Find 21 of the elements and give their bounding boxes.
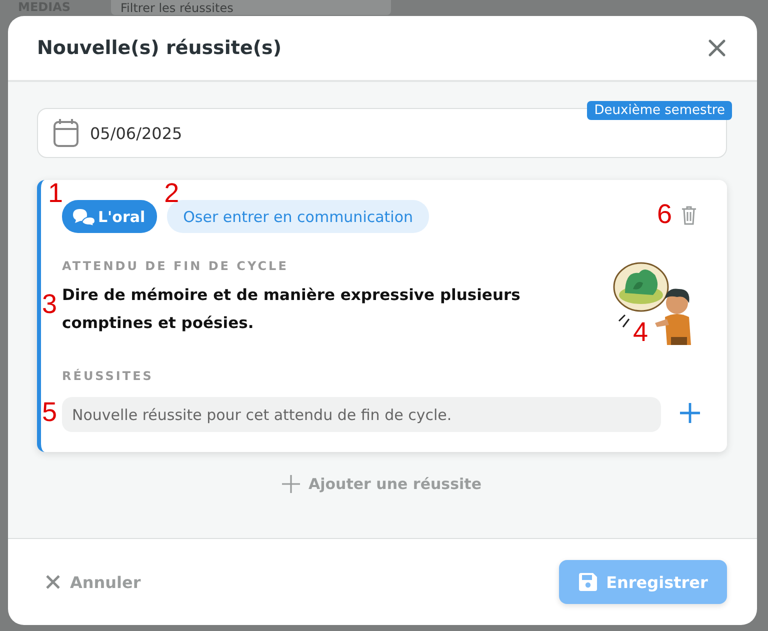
section-label: ATTENDU DE FIN DE CYCLE (62, 259, 290, 273)
chat-icon (72, 208, 96, 226)
category-chip[interactable]: L'oral (62, 200, 158, 233)
annotation-number: 1 (48, 180, 64, 207)
annotation-number: 3 (42, 291, 58, 318)
semester-badge: Deuxième semestre (587, 101, 732, 120)
calendar-icon (53, 118, 79, 148)
delete-button[interactable] (681, 205, 697, 228)
add-success-button[interactable]: Ajouter une réussite (276, 474, 488, 494)
cancel-button[interactable]: Annuler (46, 572, 141, 592)
section-label: RÉUSSITES (62, 369, 154, 383)
plus-icon (282, 475, 300, 493)
expectation-text: Dire de mémoire et de manière expressive plusieurs comptines et poésies. (62, 285, 522, 334)
annotation-number: 6 (657, 201, 672, 228)
close-icon (46, 575, 60, 589)
annotation-number: 5 (42, 399, 58, 426)
dialog-title: Nouvelle(s) réussite(s) (37, 37, 282, 59)
close-button[interactable] (707, 38, 727, 58)
success-input[interactable]: Nouvelle réussite pour cet attendu de fin de cycle. (62, 397, 661, 432)
annotation-number: 4 (633, 319, 648, 346)
search-field[interactable]: Filtrer les réussites (110, 0, 390, 15)
